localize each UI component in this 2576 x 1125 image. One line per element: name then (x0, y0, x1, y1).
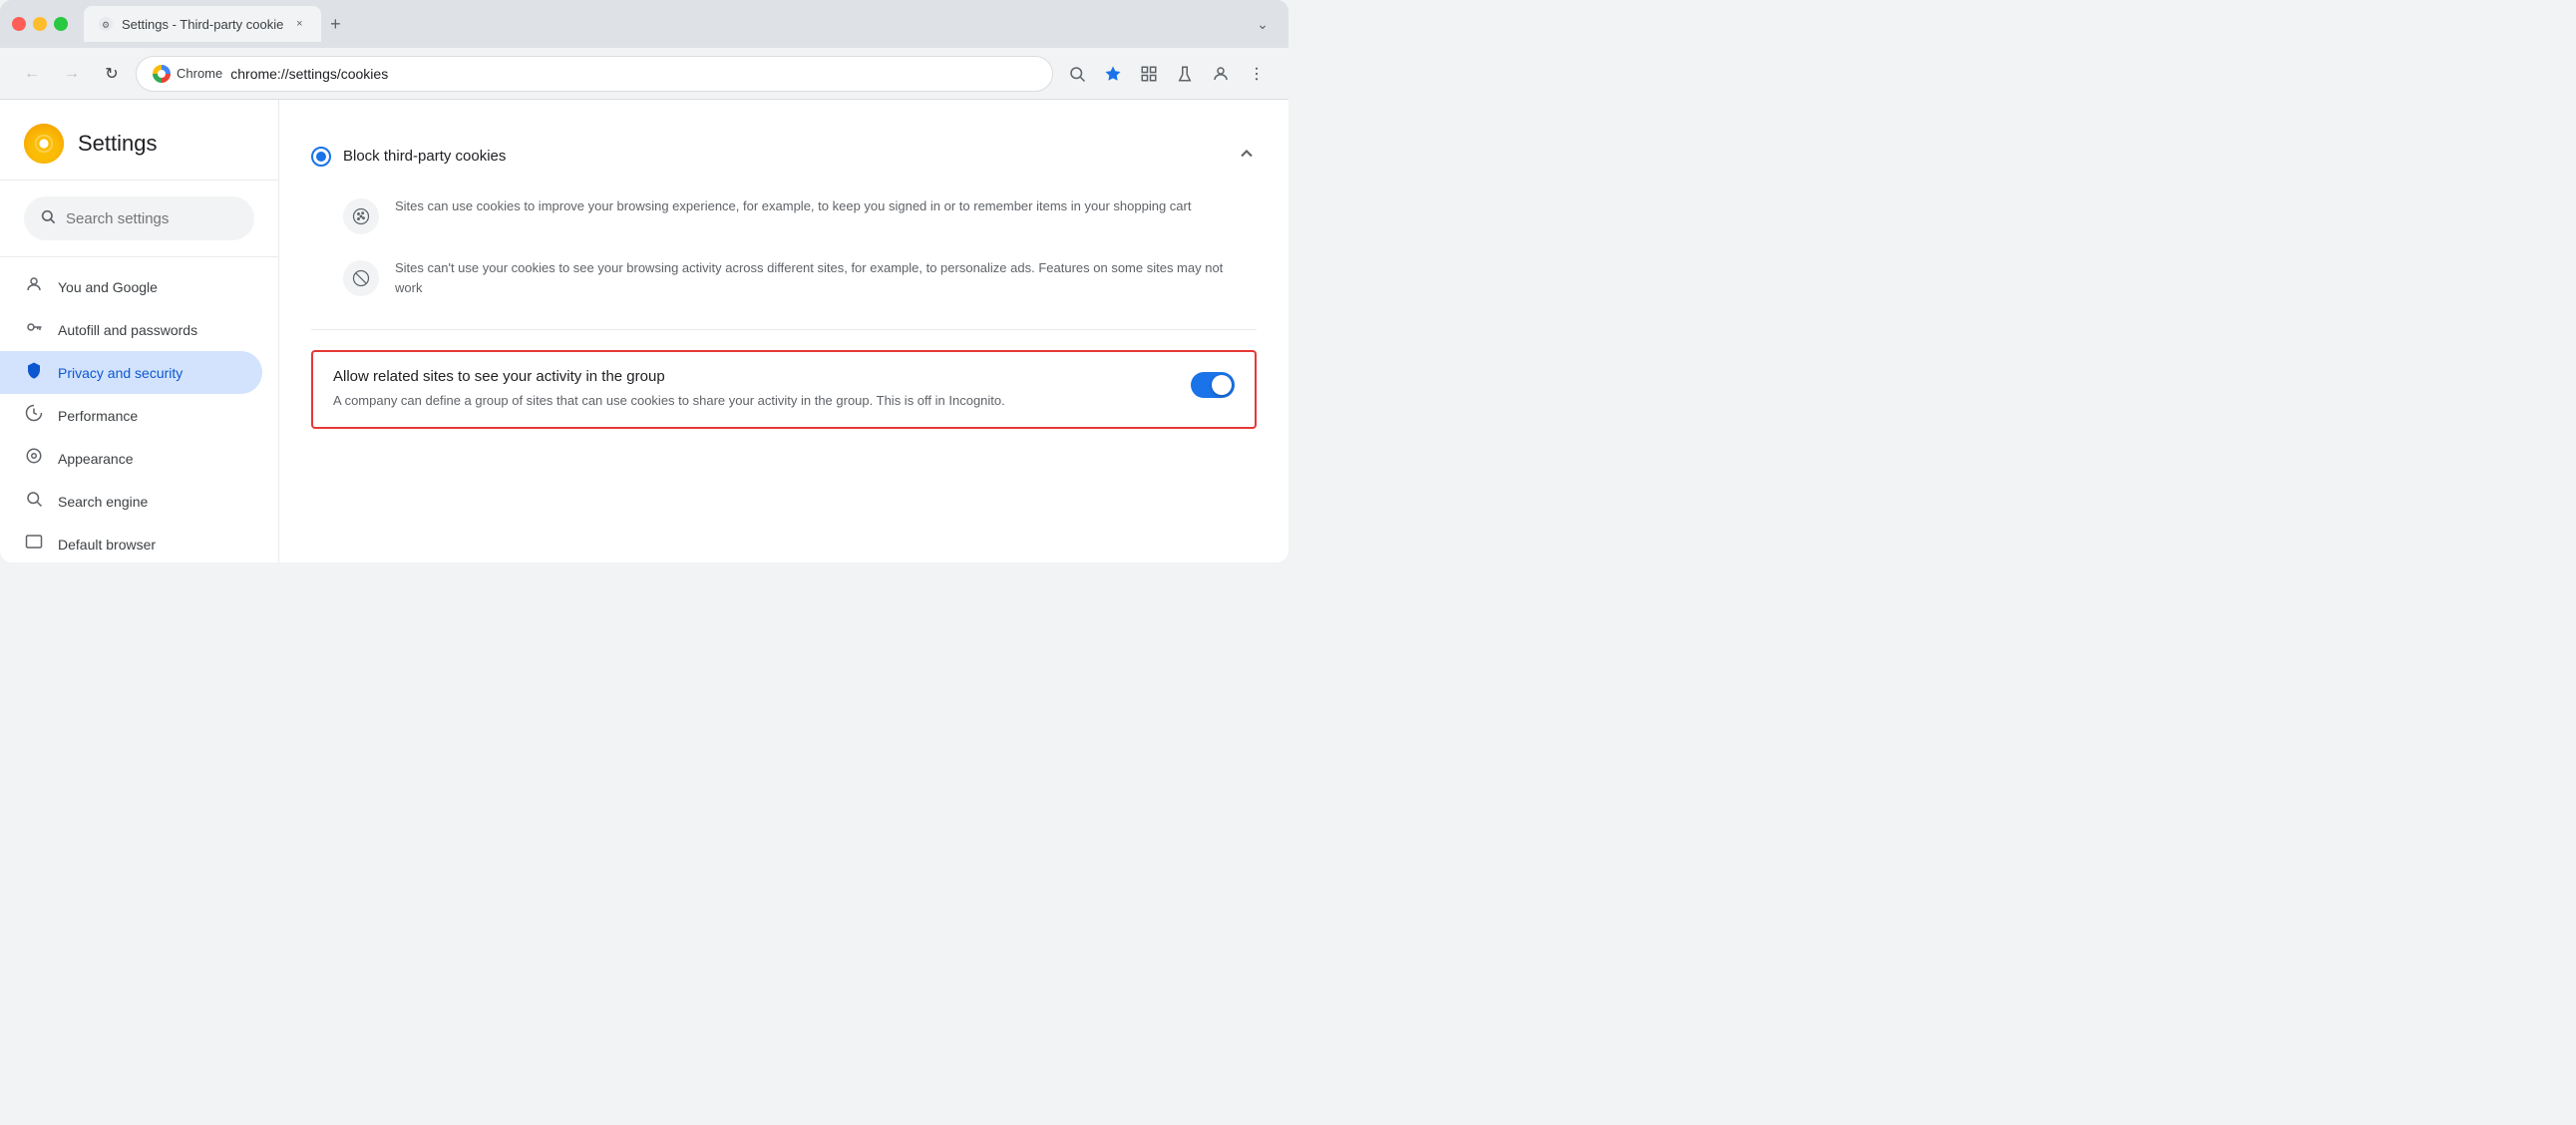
nav-items: You and Google Autofill and passwords Pr… (0, 257, 278, 562)
detail-row-2: Sites can't use your cookies to see your… (311, 246, 1257, 309)
detail-text-1: Sites can use cookies to improve your br… (395, 196, 1191, 216)
sidebar: Settings You and Google (0, 100, 279, 562)
block-cookies-option: Block third-party cookies Sites can use … (311, 124, 1257, 330)
browser-window: ⚙ Settings - Third-party cookie × + ⌄ ← … (0, 0, 1288, 562)
detail-row-1: Sites can use cookies to improve your br… (311, 185, 1257, 246)
address-bar[interactable]: Chrome chrome://settings/cookies (136, 56, 1053, 92)
svg-text:⚙: ⚙ (102, 20, 110, 30)
key-icon (24, 318, 44, 341)
person-icon (24, 275, 44, 298)
block-cookies-radio[interactable] (311, 147, 331, 167)
block-cookies-title: Block third-party cookies (343, 148, 1225, 165)
back-button[interactable]: ← (16, 58, 48, 90)
shield-icon (24, 361, 44, 384)
sidebar-item-autofill[interactable]: Autofill and passwords (0, 308, 262, 351)
allow-related-text: Allow related sites to see your activity… (333, 368, 1171, 411)
appearance-label: Appearance (58, 451, 134, 467)
content-area: Block third-party cookies Sites can use … (279, 100, 1288, 562)
privacy-label: Privacy and security (58, 365, 183, 381)
zoom-icon[interactable] (1061, 58, 1093, 90)
address-favicon: Chrome (153, 65, 222, 83)
address-text[interactable]: chrome://settings/cookies (230, 66, 1036, 82)
search-input[interactable] (66, 210, 264, 227)
sidebar-item-search-engine[interactable]: Search engine (0, 480, 262, 523)
you-and-google-label: You and Google (58, 279, 158, 295)
chrome-label: Chrome (177, 66, 222, 81)
settings-logo (24, 124, 64, 164)
tab-close-icon[interactable]: × (291, 16, 307, 32)
extension-icon[interactable] (1133, 58, 1165, 90)
sidebar-item-performance[interactable]: Performance (0, 394, 262, 437)
block-cookies-header: Block third-party cookies (311, 144, 1257, 169)
default-browser-label: Default browser (58, 537, 156, 553)
allow-related-title: Allow related sites to see your activity… (333, 368, 1171, 385)
search-engine-label: Search engine (58, 494, 148, 510)
refresh-button[interactable]: ↻ (96, 58, 128, 90)
sidebar-item-appearance[interactable]: Appearance (0, 437, 262, 480)
window-dropdown-icon[interactable]: ⌄ (1249, 10, 1277, 38)
toggle-knob (1212, 375, 1232, 395)
traffic-lights (12, 17, 68, 31)
block-cookies-details: Sites can use cookies to improve your br… (311, 169, 1257, 309)
new-tab-button[interactable]: + (321, 10, 349, 38)
lab-icon[interactable] (1169, 58, 1201, 90)
sidebar-item-privacy[interactable]: Privacy and security (0, 351, 262, 394)
block-icon (343, 260, 379, 296)
search-bar[interactable] (24, 196, 254, 240)
search-bar-container (0, 181, 278, 257)
appearance-icon (24, 447, 44, 470)
settings-title: Settings (78, 131, 158, 157)
tab-bar: ⚙ Settings - Third-party cookie × + (84, 6, 1241, 42)
allow-related-box: Allow related sites to see your activity… (311, 350, 1257, 429)
settings-header: Settings (0, 100, 278, 181)
chevron-up-icon[interactable] (1237, 144, 1257, 169)
sidebar-item-default-browser[interactable]: Default browser (0, 523, 262, 562)
search-engine-icon (24, 490, 44, 513)
performance-icon (24, 404, 44, 427)
autofill-label: Autofill and passwords (58, 322, 197, 338)
profile-icon[interactable] (1205, 58, 1237, 90)
search-icon (40, 208, 56, 229)
nav-bar: ← → ↻ Chrome chrome://settings/cookies (0, 48, 1288, 100)
more-options-icon[interactable] (1241, 58, 1273, 90)
tab-favicon: ⚙ (98, 16, 114, 32)
maximize-button[interactable] (54, 17, 68, 31)
allow-related-toggle[interactable] (1191, 372, 1235, 398)
nav-actions (1061, 58, 1273, 90)
forward-button[interactable]: → (56, 58, 88, 90)
performance-label: Performance (58, 408, 138, 424)
chrome-icon (153, 65, 171, 83)
active-tab[interactable]: ⚙ Settings - Third-party cookie × (84, 6, 321, 42)
window-controls: ⌄ (1249, 10, 1277, 38)
default-browser-icon (24, 533, 44, 556)
minimize-button[interactable] (33, 17, 47, 31)
tab-title: Settings - Third-party cookie (122, 17, 283, 32)
sidebar-item-you-and-google[interactable]: You and Google (0, 265, 262, 308)
close-button[interactable] (12, 17, 26, 31)
detail-text-2: Sites can't use your cookies to see your… (395, 258, 1225, 297)
main-area: Settings You and Google (0, 100, 1288, 562)
cookie-icon (343, 198, 379, 234)
title-bar: ⚙ Settings - Third-party cookie × + ⌄ (0, 0, 1288, 48)
bookmark-star-icon[interactable] (1097, 58, 1129, 90)
cookies-section: Block third-party cookies Sites can use … (311, 124, 1257, 429)
allow-related-desc: A company can define a group of sites th… (333, 391, 1171, 411)
